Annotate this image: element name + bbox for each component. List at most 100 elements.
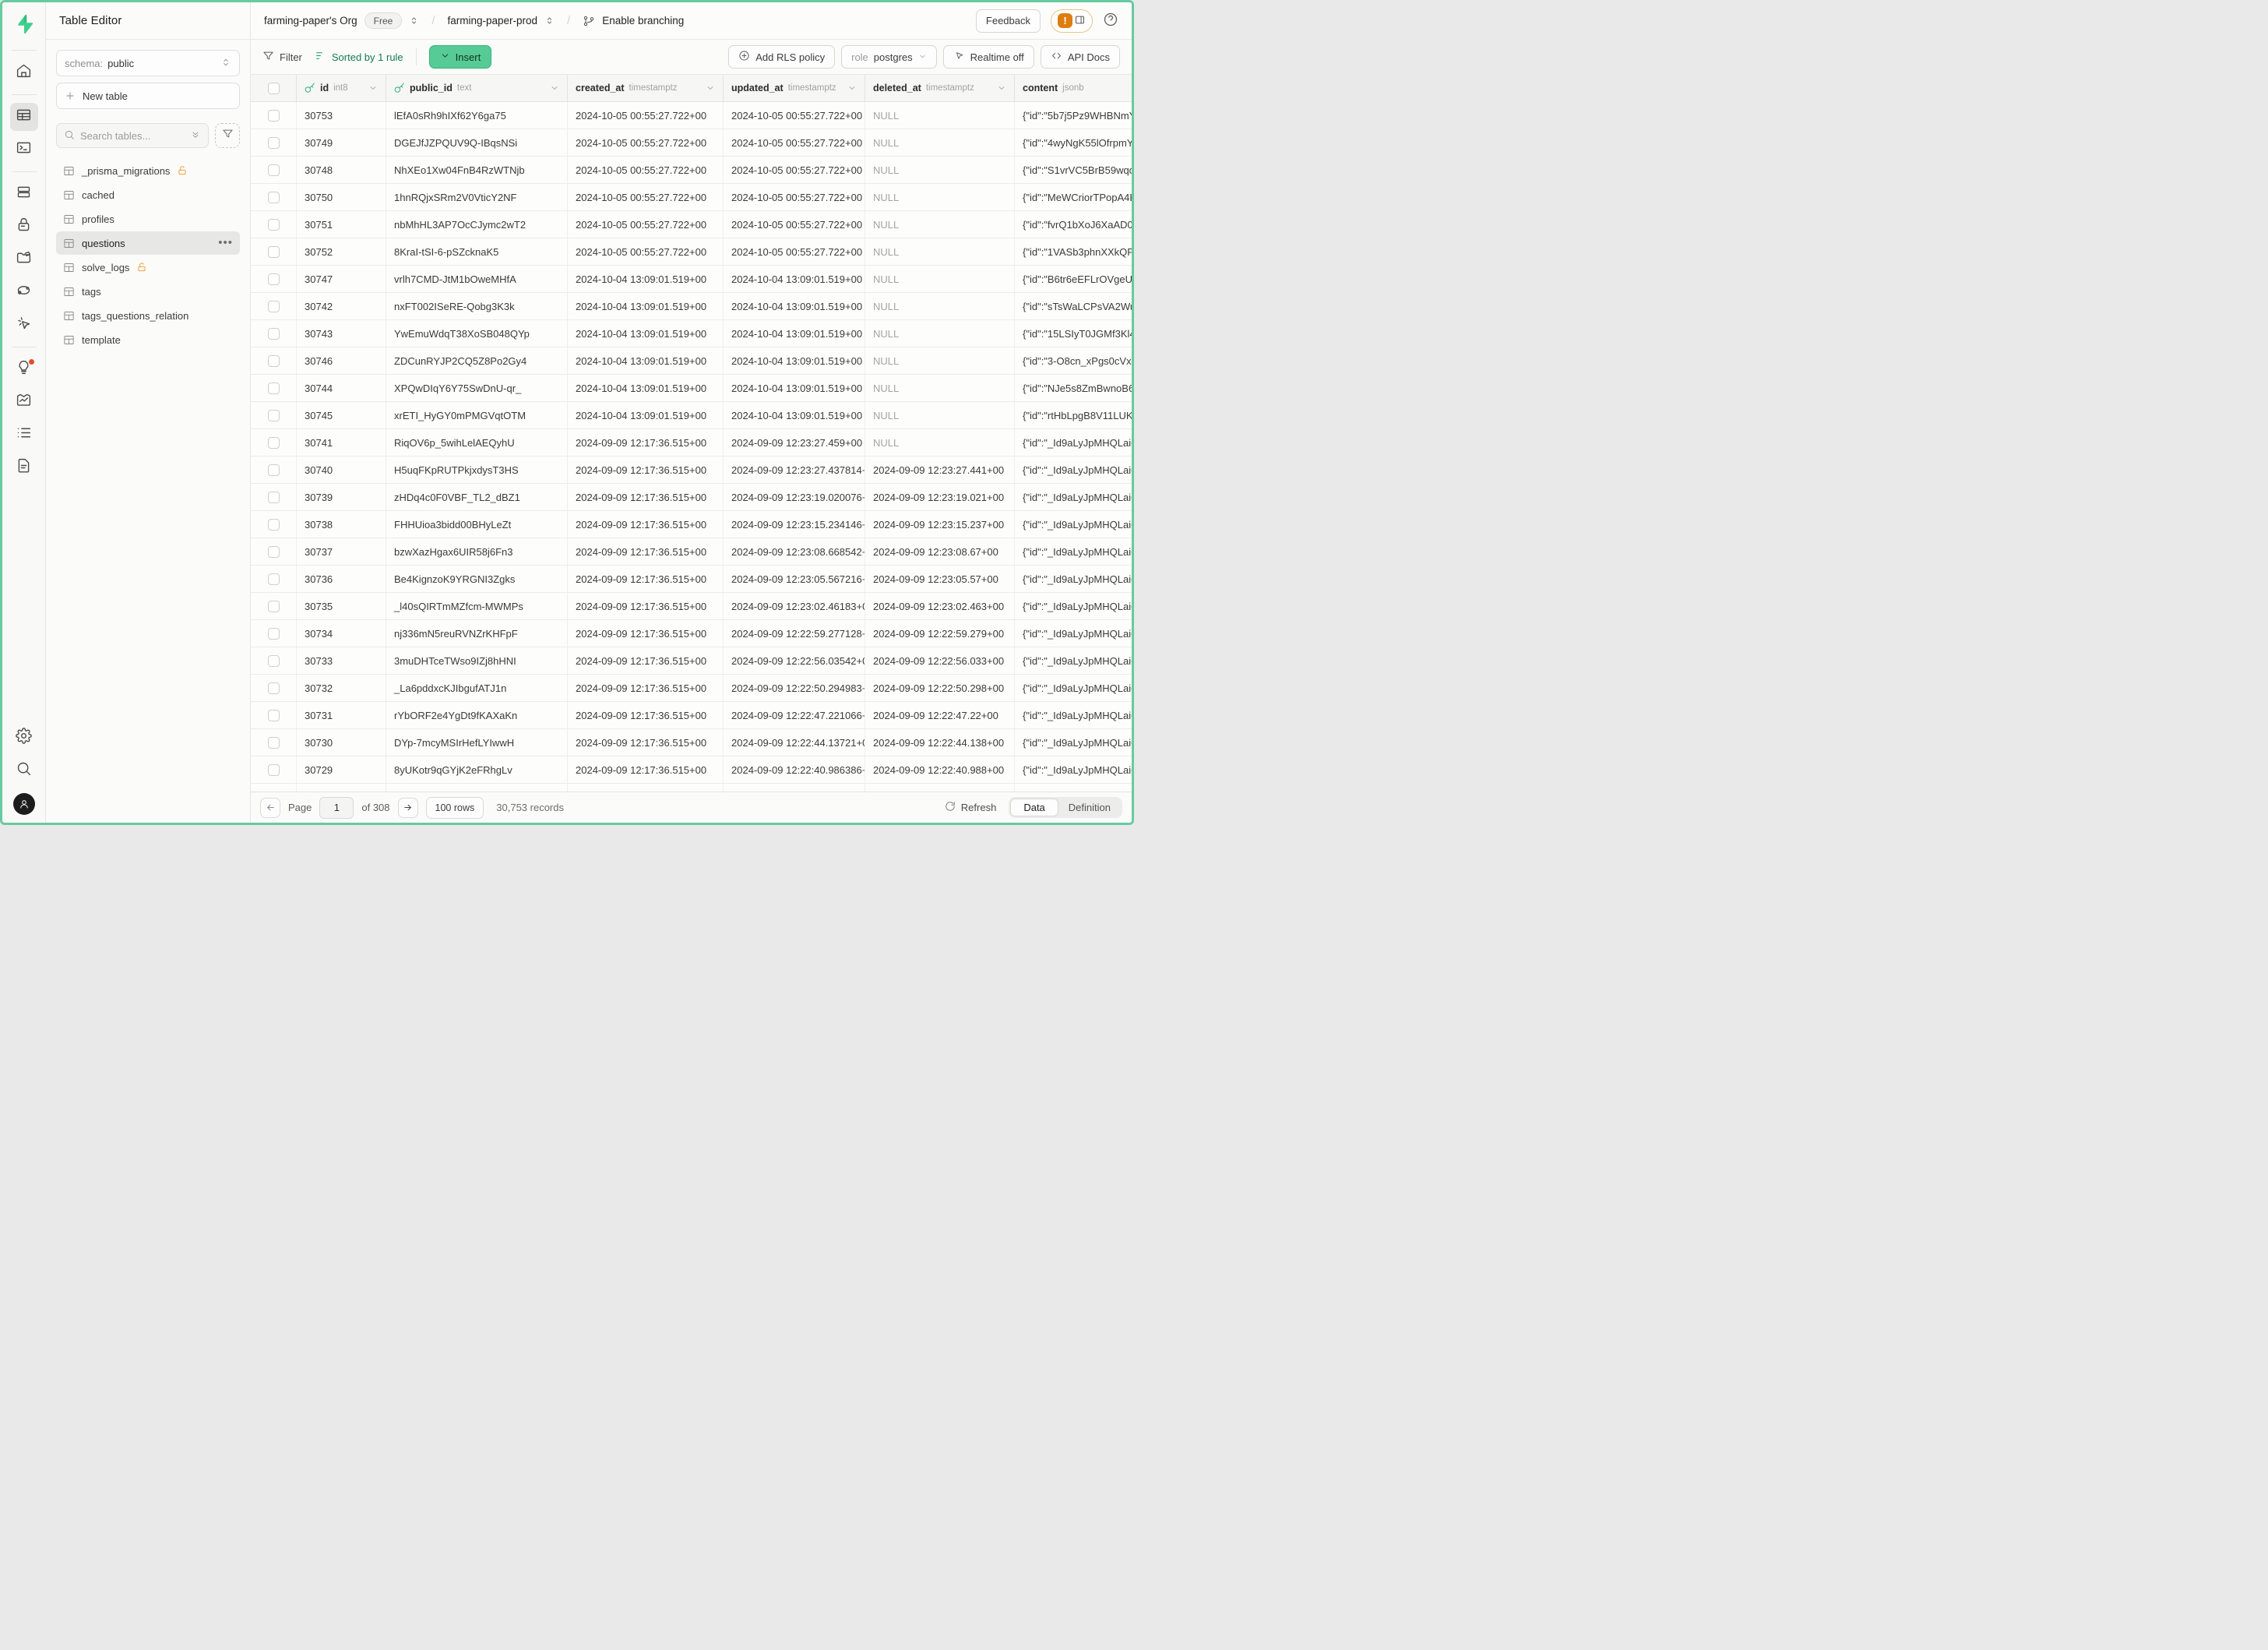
cell-updated_at[interactable]: 2024-09-09 12:23:08.668542+00 [724, 538, 865, 565]
cell-id[interactable]: 30734 [297, 620, 386, 647]
cell-content[interactable]: {"id":"4wyNgK55lOfrpmYZo [1015, 129, 1132, 156]
cell-content[interactable]: {"id":"_Id9aLyJpMHQLaiQC [1015, 675, 1132, 701]
cell-created_at[interactable]: 2024-09-09 12:17:36.515+00 [568, 729, 724, 756]
cell-deleted_at[interactable]: NULL [865, 293, 1015, 319]
org-name[interactable]: farming-paper's Org [264, 15, 357, 26]
cell-content[interactable]: {"id":"5b7j5Pz9WHBNmY_A [1015, 102, 1132, 129]
row-checkbox[interactable] [268, 246, 280, 258]
cell-id[interactable]: 30735 [297, 593, 386, 619]
column-header-created_at[interactable]: created_attimestamptz [568, 75, 724, 101]
row-checkbox[interactable] [268, 546, 280, 558]
project-switcher-icon[interactable] [544, 16, 555, 26]
cell-updated_at[interactable]: 2024-09-09 12:22:40.986386+00 [724, 756, 865, 783]
cell-content[interactable]: {"id":"_Id9aLyJpMHQLaiQC [1015, 729, 1132, 756]
column-header-updated_at[interactable]: updated_attimestamptz [724, 75, 865, 101]
cell-updated_at[interactable]: 2024-09-09 12:22:44.13721+00 [724, 729, 865, 756]
row-checkbox[interactable] [268, 682, 280, 694]
cell-content[interactable]: {"id":"_Id9aLyJpMHQLaiQC [1015, 457, 1132, 483]
cell-updated_at[interactable]: 2024-10-05 00:55:27.722+00 [724, 211, 865, 238]
cell-content[interactable]: {"id":"_Id9aLyJpMHQLaiQC [1015, 484, 1132, 510]
row-checkbox[interactable] [268, 437, 280, 449]
cell-created_at[interactable]: 2024-10-05 00:55:27.722+00 [568, 238, 724, 265]
cell-deleted_at[interactable]: NULL [865, 129, 1015, 156]
cell-created_at[interactable]: 2024-09-09 12:17:36.515+00 [568, 538, 724, 565]
cell-deleted_at[interactable]: 2024-09-09 12:22:56.033+00 [865, 647, 1015, 674]
cell-deleted_at[interactable]: 2024-09-09 12:23:02.463+00 [865, 593, 1015, 619]
cell-updated_at[interactable]: 2024-09-09 12:23:19.020076+00 [724, 484, 865, 510]
cell-public_id[interactable]: 0L5BAfDaLDl5rQOiqeKPO [386, 784, 568, 792]
cell-updated_at[interactable]: 2024-10-05 00:55:27.722+00 [724, 184, 865, 210]
cell-content[interactable]: {"id":"3-O8cn_xPgs0cVxqKE [1015, 347, 1132, 374]
cell-content[interactable]: {"id":"_Id9aLyJpMHQLaiQC [1015, 593, 1132, 619]
cell-id[interactable]: 30744 [297, 375, 386, 401]
sidebar-table-solve_logs[interactable]: solve_logs [56, 256, 240, 279]
nav-auth[interactable] [10, 213, 38, 241]
cell-updated_at[interactable]: 2024-10-05 00:55:27.722+00 [724, 238, 865, 265]
cell-content[interactable]: {"id":"B6tr6eEFLrOVgeUmH [1015, 266, 1132, 292]
filter-tables-button[interactable] [215, 123, 240, 148]
cell-public_id[interactable]: xrETI_HyGY0mPMGVqtOTM [386, 402, 568, 428]
cell-content[interactable]: {"id":"_Id9aLyJpMHQLaiQC [1015, 756, 1132, 783]
cell-created_at[interactable]: 2024-10-05 00:55:27.722+00 [568, 184, 724, 210]
row-checkbox[interactable] [268, 383, 280, 394]
cell-deleted_at[interactable]: NULL [865, 184, 1015, 210]
nav-realtime[interactable] [10, 311, 38, 339]
cell-id[interactable]: 30730 [297, 729, 386, 756]
cell-id[interactable]: 30736 [297, 566, 386, 592]
column-menu-icon[interactable] [550, 83, 559, 93]
filter-button[interactable]: Filter [262, 50, 302, 64]
cell-deleted_at[interactable]: NULL [865, 375, 1015, 401]
cell-created_at[interactable]: 2024-09-09 12:17:36.515+00 [568, 647, 724, 674]
sidebar-table-tags_questions_relation[interactable]: tags_questions_relation [56, 304, 240, 327]
column-menu-icon[interactable] [368, 83, 378, 93]
cell-created_at[interactable]: 2024-10-05 00:55:27.722+00 [568, 102, 724, 129]
cell-public_id[interactable]: vrlh7CMD-JtM1bOweMHfA [386, 266, 568, 292]
cell-created_at[interactable]: 2024-10-04 13:09:01.519+00 [568, 347, 724, 374]
nav-sql-editor[interactable] [10, 136, 38, 164]
cell-content[interactable]: {"id":"_Id9aLyJpMHQLaiQC [1015, 511, 1132, 538]
cell-public_id[interactable]: zHDq4c0F0VBF_TL2_dBZ1 [386, 484, 568, 510]
cell-content[interactable]: {"id":"fvrQ1bXoJ6XaAD08G [1015, 211, 1132, 238]
cell-created_at[interactable]: 2024-09-09 12:17:36.515+00 [568, 566, 724, 592]
cell-updated_at[interactable]: 2024-10-04 13:09:01.519+00 [724, 320, 865, 347]
tab-definition[interactable]: Definition [1058, 799, 1121, 816]
cell-public_id[interactable]: NhXEo1Xw04FnB4RzWTNjb [386, 157, 568, 183]
cell-content[interactable]: {"id":"_Id9aLyJpMHQLaiQC [1015, 620, 1132, 647]
cell-public_id[interactable]: 3muDHTceTWso9IZj8hHNI [386, 647, 568, 674]
sidebar-table-tags[interactable]: tags [56, 280, 240, 303]
cell-updated_at[interactable]: 2024-09-09 12:23:27.437814+00 [724, 457, 865, 483]
cell-created_at[interactable]: 2024-10-04 13:09:01.519+00 [568, 320, 724, 347]
nav-home[interactable] [10, 58, 38, 86]
cell-id[interactable]: 30732 [297, 675, 386, 701]
cell-content[interactable]: {"id":"S1vrVC5BrB59wqcM4 [1015, 157, 1132, 183]
row-checkbox[interactable] [268, 219, 280, 231]
sidebar-table-questions[interactable]: questions••• [56, 231, 240, 255]
cell-updated_at[interactable]: 2024-09-09 12:22:50.294983+00 [724, 675, 865, 701]
cell-content[interactable]: {"id":"rtHbLpgB8V11LUK7152 [1015, 402, 1132, 428]
nav-logs[interactable] [10, 421, 38, 449]
cell-created_at[interactable]: 2024-09-09 12:17:36.515+00 [568, 511, 724, 538]
cell-public_id[interactable]: H5uqFKpRUTPkjxdysT3HS [386, 457, 568, 483]
row-checkbox[interactable] [268, 573, 280, 585]
cell-deleted_at[interactable]: 2024-09-09 12:23:19.021+00 [865, 484, 1015, 510]
enable-branching-button[interactable]: Enable branching [602, 15, 684, 26]
cell-deleted_at[interactable]: NULL [865, 347, 1015, 374]
cell-deleted_at[interactable]: 2024-09-09 12:22:47.22+00 [865, 702, 1015, 728]
cell-deleted_at[interactable]: 2024-09-09 12:22:44.138+00 [865, 729, 1015, 756]
cell-created_at[interactable]: 2024-10-04 13:09:01.519+00 [568, 293, 724, 319]
tab-data[interactable]: Data [1010, 799, 1058, 816]
cell-deleted_at[interactable]: 2024-09-09 12:22:40.988+00 [865, 756, 1015, 783]
row-checkbox[interactable] [268, 737, 280, 749]
cell-content[interactable]: {"id":"_Id9aLyJpMHQLaiQC [1015, 566, 1132, 592]
cell-deleted_at[interactable]: 2024-09-09 12:23:27.441+00 [865, 457, 1015, 483]
cell-id[interactable]: 30739 [297, 484, 386, 510]
cell-content[interactable]: {"id":"_Id9aLyJpMHQLaiQC [1015, 702, 1132, 728]
cell-deleted_at[interactable]: NULL [865, 238, 1015, 265]
rows-per-page-button[interactable]: 100 rows [426, 797, 484, 819]
row-checkbox[interactable] [268, 164, 280, 176]
column-menu-icon[interactable] [847, 83, 857, 93]
next-page-button[interactable] [398, 798, 418, 818]
cell-updated_at[interactable]: 2024-09-09 12:22:56.03542+00 [724, 647, 865, 674]
row-checkbox[interactable] [268, 410, 280, 421]
cell-created_at[interactable]: 2024-09-09 12:17:36.515+00 [568, 457, 724, 483]
